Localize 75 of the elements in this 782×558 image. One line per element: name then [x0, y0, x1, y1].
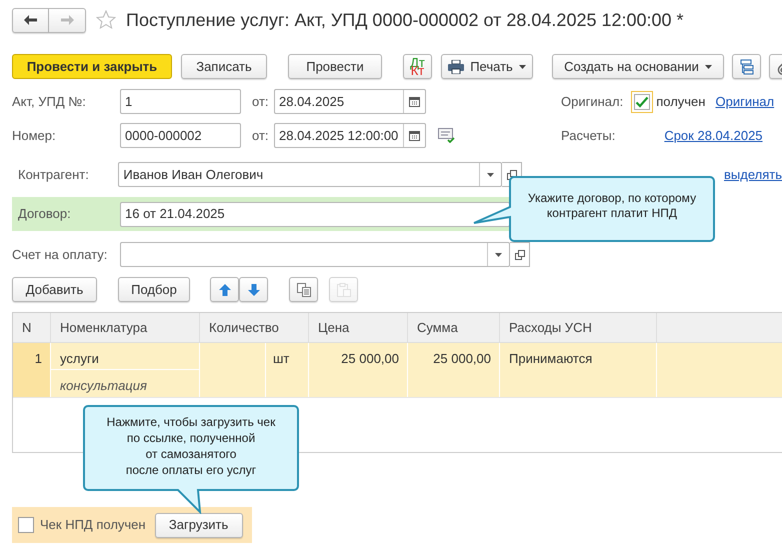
vat-link[interactable]: выделять	[724, 164, 782, 184]
comment-check-icon[interactable]	[438, 128, 456, 143]
forward-arrow-icon	[60, 15, 74, 25]
table-cell: шт	[266, 343, 309, 397]
copy-button[interactable]	[289, 277, 318, 302]
table-row[interactable]: 1 услуги консультация шт 25 000,00 25 000,00 Принимаются	[13, 343, 782, 398]
receipt-checkbox[interactable]	[18, 517, 34, 533]
dropdown-arrow-icon	[487, 172, 494, 176]
open-button[interactable]	[510, 242, 530, 267]
structure-button[interactable]	[732, 54, 761, 79]
pick-button[interactable]: Подбор	[118, 277, 190, 302]
contract-field[interactable]: 16 от 21.04.2025	[120, 202, 510, 226]
print-button[interactable]: Печать	[441, 54, 533, 79]
table-cell-text: консультация	[59, 377, 148, 395]
invoice-label: Счет на оплату:	[11, 246, 108, 264]
table-cell: услуги	[51, 343, 199, 370]
add-button[interactable]: Добавить	[12, 277, 97, 302]
calendar-icon	[409, 130, 420, 141]
act-number-label: Акт, УПД №:	[11, 92, 87, 111]
hint-text: по ссылке, полученной	[126, 430, 256, 446]
due-date-link[interactable]: Срок 28.04.2025	[664, 126, 763, 146]
invoice-field[interactable]	[120, 242, 510, 267]
create-based-on-button[interactable]: Создать на основании	[552, 54, 724, 79]
column-header[interactable]: Сумма	[408, 313, 500, 342]
row-number-cell: 1	[13, 343, 51, 397]
date-label: от:	[252, 92, 270, 111]
counterparty-field[interactable]: Иванов Иван Олегович	[118, 162, 502, 187]
move-down-button[interactable]	[239, 277, 268, 302]
calendar-icon	[409, 96, 420, 107]
payments-label: Расчеты:	[561, 126, 616, 145]
original-link[interactable]: Оригинал	[715, 92, 774, 112]
hint-text: контрагент платит НПД	[546, 206, 678, 221]
hint-text: Нажмите, чтобы загрузить чек	[106, 414, 276, 430]
column-header[interactable]: N	[13, 313, 51, 342]
post-and-close-button[interactable]: Провести и закрыть	[12, 54, 172, 79]
hierarchy-icon	[738, 58, 754, 74]
counterparty-label: Контрагент:	[17, 166, 90, 184]
date-label: от:	[252, 126, 270, 145]
dropdown-arrow-icon	[495, 252, 502, 256]
hint-text: Укажите договор, по которому	[528, 191, 696, 206]
receipt-label: Чек НПД получен	[40, 516, 146, 534]
back-button[interactable]	[12, 8, 49, 32]
table-cell: 25 000,00	[408, 343, 500, 397]
up-arrow-icon	[218, 284, 230, 296]
contract-label: Договор:	[17, 205, 72, 224]
number-label: Номер:	[11, 126, 57, 145]
post-button[interactable]: Провести	[288, 54, 382, 79]
star-icon[interactable]	[96, 10, 116, 30]
open-window-icon	[514, 250, 524, 260]
column-header[interactable]: Расходы УСН	[500, 313, 657, 342]
window-title: Поступление услуг: Акт, УПД 0000-000002 от 28.04.2025 12:00:00 *	[126, 8, 684, 32]
hint-text: после оплаты его услуг	[126, 462, 256, 478]
caret-icon	[704, 64, 712, 68]
date-time-field[interactable]: 28.04.2025 12:00:00	[274, 123, 426, 148]
act-number-field[interactable]: 1	[120, 89, 241, 114]
table-cell: 25 000,00	[309, 343, 408, 397]
dt-kt-button[interactable]: Дт Кт	[403, 54, 432, 79]
act-date-field[interactable]: 28.04.2025	[274, 89, 426, 114]
column-header[interactable]: Цена	[309, 313, 408, 342]
caret-icon	[518, 64, 526, 68]
clipboard-icon	[336, 282, 350, 296]
back-arrow-icon	[24, 15, 37, 25]
column-header[interactable]: Количество	[200, 313, 309, 342]
move-up-button[interactable]	[210, 277, 239, 302]
save-button[interactable]: Записать	[181, 54, 267, 79]
load-button[interactable]: Загрузить	[154, 512, 243, 538]
table-cell: Принимаются	[500, 343, 657, 397]
printer-icon	[448, 60, 464, 74]
received-label: получен	[656, 92, 706, 111]
copy-icon	[296, 282, 310, 296]
number-field[interactable]: 0000-000002	[120, 123, 241, 148]
column-header[interactable]: Номенклатура	[51, 313, 200, 342]
down-arrow-icon	[248, 284, 260, 296]
hint-text: от самозанятого	[146, 446, 236, 462]
original-label: Оригинал:	[561, 92, 624, 111]
